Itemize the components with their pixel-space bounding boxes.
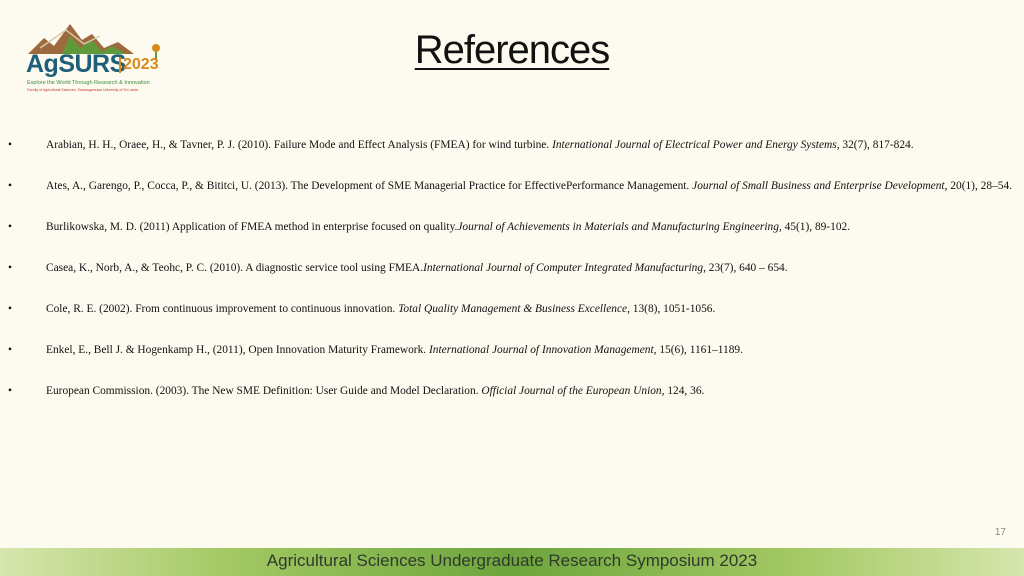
journal-title: International Journal of Electrical Powe… xyxy=(552,139,837,151)
reference-item: • Arabian, H. H., Oraee, H., & Tavner, P… xyxy=(0,130,1024,161)
page-number: 17 xyxy=(994,527,1006,538)
journal-title: International Journal of Computer Integr… xyxy=(423,262,704,274)
logo-subline: Faculty of Agricultural Sciences, Sabara… xyxy=(27,88,139,92)
reference-text: Arabian, H. H., Oraee, H., & Tavner, P. … xyxy=(46,139,914,151)
reference-item: • Burlikowska, M. D. (2011) Application … xyxy=(0,212,1024,243)
journal-title: Journal of Small Business and Enterprise… xyxy=(692,180,945,192)
footer-banner: Agricultural Sciences Undergraduate Rese… xyxy=(0,548,1024,576)
journal-title: Official Journal of the European Union xyxy=(481,385,662,397)
reference-text: Burlikowska, M. D. (2011) Application of… xyxy=(46,221,851,233)
reference-text: Ates, A., Garengo, P., Cocca, P., & Biti… xyxy=(46,180,1012,192)
reference-text: Enkel, E., Bell J. & Hogenkamp H., (2011… xyxy=(46,344,743,356)
bullet: • xyxy=(8,221,12,233)
journal-title: Total Quality Management & Business Exce… xyxy=(398,303,628,315)
slide: AgSURS 2023 Explore the World Through Re… xyxy=(0,0,1024,576)
reference-item: • Cole, R. E. (2002). From continuous im… xyxy=(0,294,1024,325)
bullet: • xyxy=(8,262,12,274)
reference-item: • Casea, K., Norb, A., & Teohc, P. C. (2… xyxy=(0,253,1024,284)
reference-item: • European Commission. (2003). The New S… xyxy=(0,376,1024,407)
page-title: References xyxy=(414,28,611,72)
reference-text: Cole, R. E. (2002). From continuous impr… xyxy=(46,303,716,315)
logo-tagline: Explore the World Through Research & Inn… xyxy=(27,80,150,86)
bullet: • xyxy=(8,139,12,151)
footer-text: Agricultural Sciences Undergraduate Rese… xyxy=(266,551,758,570)
bullet: • xyxy=(8,344,12,356)
reference-list: • Arabian, H. H., Oraee, H., & Tavner, P… xyxy=(0,130,1024,417)
reference-item: • Ates, A., Garengo, P., Cocca, P., & Bi… xyxy=(0,171,1024,202)
reference-item: • Enkel, E., Bell J. & Hogenkamp H., (20… xyxy=(0,335,1024,366)
bullet: • xyxy=(8,385,12,397)
journal-title: International Journal of Innovation Mana… xyxy=(429,344,654,356)
reference-text: Casea, K., Norb, A., & Teohc, P. C. (201… xyxy=(46,262,788,274)
bullet: • xyxy=(8,303,12,315)
bullet: • xyxy=(8,180,12,192)
journal-title: Journal of Achievements in Materials and… xyxy=(457,221,782,233)
reference-text: European Commission. (2003). The New SME… xyxy=(46,385,705,397)
